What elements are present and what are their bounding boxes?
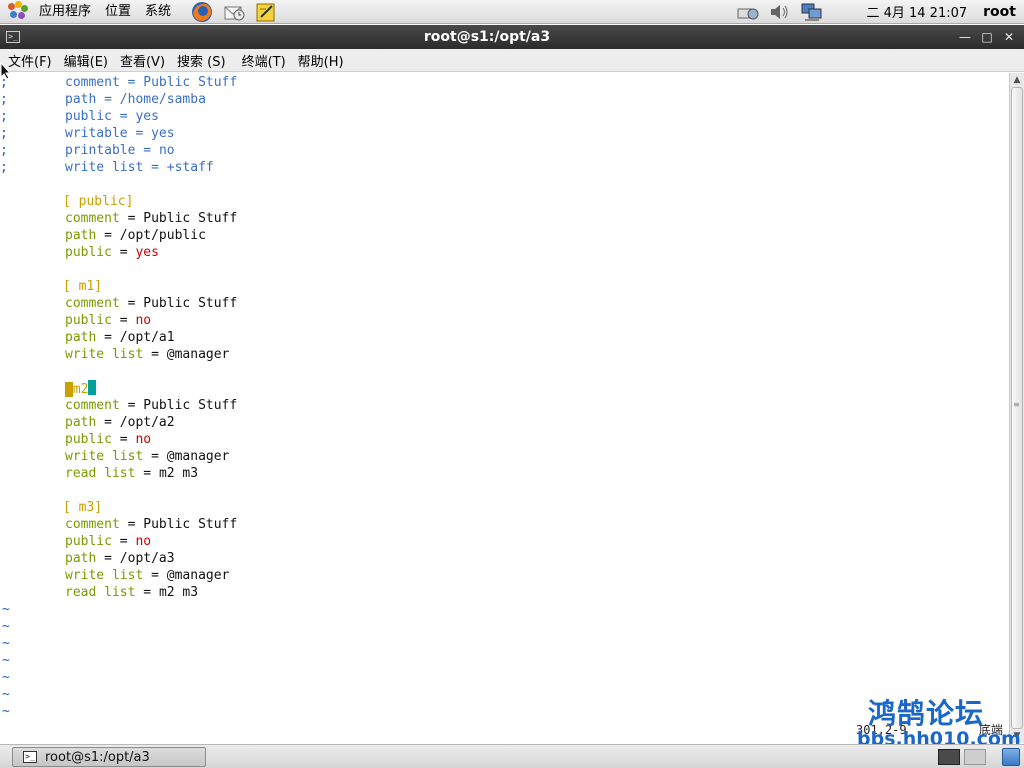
notes-editor-icon[interactable]: [254, 1, 278, 23]
config-op: =: [143, 160, 167, 175]
config-value: @manager: [166, 568, 230, 583]
window-titlebar[interactable]: >_ root@s1:/opt/a3 — □ ✕: [0, 25, 1024, 49]
config-key: write list: [65, 347, 144, 362]
config-value: no: [135, 534, 152, 549]
config-op: =: [111, 109, 136, 124]
config-key: comment: [65, 517, 120, 532]
volume-icon[interactable]: [768, 1, 792, 23]
config-key: path: [65, 228, 97, 243]
scroll-up-arrow-icon[interactable]: ▲: [1010, 73, 1024, 87]
terminal-icon: >_: [23, 751, 37, 763]
user-menu[interactable]: root: [977, 4, 1024, 20]
menu-places[interactable]: 位置: [98, 0, 138, 24]
menu-help[interactable]: 帮助(H): [292, 51, 350, 70]
config-key: public: [65, 245, 112, 260]
config-value: no: [135, 432, 152, 447]
config-value: yes: [135, 245, 159, 260]
menu-applications[interactable]: 应用程序: [32, 0, 98, 24]
config-value: no: [158, 143, 175, 158]
config-key: write list: [65, 160, 144, 175]
firefox-icon[interactable]: [190, 1, 214, 23]
window-title: root@s1:/opt/a3: [423, 29, 551, 45]
menu-view[interactable]: 查看(V): [114, 51, 171, 70]
config-value: Public Stuff: [143, 517, 238, 532]
mouse-pointer-icon: [0, 62, 12, 80]
bracket-highlight: [: [65, 382, 73, 397]
gnome-foot-icon[interactable]: [6, 0, 30, 23]
terminal-icon[interactable]: >_: [6, 31, 20, 43]
config-value: Public Stuff: [143, 296, 238, 311]
config-value: Public Stuff: [143, 211, 238, 226]
comment-marker: ;: [0, 92, 8, 107]
config-value: @manager: [166, 347, 230, 362]
config-value: /opt/a3: [119, 551, 175, 566]
config-value: yes: [151, 126, 175, 141]
comment-marker: ;: [0, 126, 8, 141]
text-cursor: [88, 380, 97, 395]
config-key: comment: [65, 296, 120, 311]
top-panel: 应用程序 位置 系统 二 4月 14 21:07 root: [0, 0, 1024, 24]
config-key: printable: [65, 143, 136, 158]
config-value: Public Stuff: [143, 75, 238, 90]
config-key: write list: [65, 568, 144, 583]
config-key: public: [65, 432, 112, 447]
network-manager-icon[interactable]: [736, 1, 760, 23]
terminal-menubar: 文件(F) 编辑(E) 查看(V) 搜索 (S) 终端(T) 帮助(H): [0, 49, 1024, 72]
config-op: =: [127, 126, 152, 141]
config-key: write list: [65, 449, 144, 464]
config-key: writable: [65, 126, 128, 141]
workspace-2[interactable]: [964, 749, 986, 765]
menu-terminal[interactable]: 终端(T): [236, 51, 292, 70]
config-key: read list: [65, 466, 136, 481]
config-key: comment: [65, 75, 120, 90]
close-button[interactable]: ✕: [998, 30, 1020, 44]
config-value: /opt/a1: [119, 330, 175, 345]
network-status-icon[interactable]: [800, 1, 824, 23]
config-key: path: [65, 330, 97, 345]
config-value: no: [135, 313, 152, 328]
config-op: =: [119, 75, 144, 90]
comment-marker: ;: [0, 143, 8, 158]
config-key: path: [65, 551, 97, 566]
terminal-area[interactable]: ; comment = Public Stuff ; path = /home/sa…: [0, 73, 1009, 743]
clock[interactable]: 二 4月 14 21:07: [856, 2, 977, 21]
config-value: yes: [135, 109, 159, 124]
config-key: public: [65, 534, 112, 549]
minimize-button[interactable]: —: [954, 30, 976, 44]
config-key: path: [65, 415, 97, 430]
config-value: Public Stuff: [143, 398, 238, 413]
comment-marker: ;: [0, 109, 8, 124]
vertical-scrollbar[interactable]: ▲ ≡ ▼: [1009, 73, 1024, 743]
comment-marker: ;: [0, 160, 8, 175]
workspace-1[interactable]: [938, 749, 960, 765]
config-value: /opt/a2: [119, 415, 175, 430]
config-key: public: [65, 109, 112, 124]
config-value: m2 m3: [158, 466, 199, 481]
config-value: /home/samba: [119, 92, 206, 107]
watermark-title: 鸿鹄论坛: [868, 697, 985, 730]
scroll-grip-icon: ≡: [1013, 400, 1020, 409]
config-key: public: [65, 313, 112, 328]
config-op: =: [96, 92, 120, 107]
config-value: /opt/public: [119, 228, 206, 243]
menu-edit[interactable]: 编辑(E): [58, 51, 114, 70]
bottom-taskbar: >_ root@s1:/opt/a3: [0, 744, 1024, 768]
menu-search[interactable]: 搜索 (S): [171, 51, 232, 70]
menu-system[interactable]: 系统: [138, 0, 178, 24]
config-key: path: [65, 92, 97, 107]
config-key: comment: [65, 211, 120, 226]
taskbar-window-label: root@s1:/opt/a3: [45, 749, 150, 765]
config-value: +staff: [166, 160, 214, 175]
config-op: =: [135, 143, 159, 158]
maximize-button[interactable]: □: [976, 30, 998, 44]
config-value: @manager: [166, 449, 230, 464]
config-value: m2 m3: [158, 585, 199, 600]
mail-client-icon[interactable]: [222, 1, 246, 23]
config-key: read list: [65, 585, 136, 600]
taskbar-window-button[interactable]: >_ root@s1:/opt/a3: [12, 747, 206, 767]
trash-icon[interactable]: [1002, 748, 1020, 766]
config-key: comment: [65, 398, 120, 413]
